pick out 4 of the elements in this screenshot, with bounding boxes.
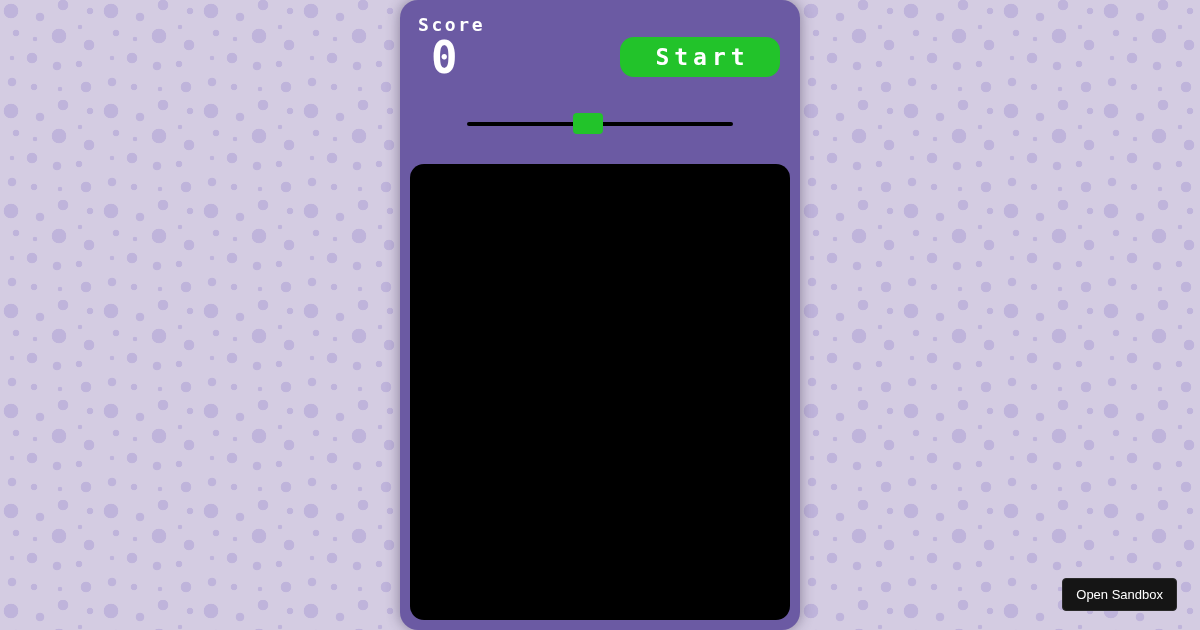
score-value: 0 [431, 36, 458, 80]
score-label: Score [418, 14, 486, 36]
slider-thumb[interactable] [573, 113, 604, 134]
open-sandbox-button[interactable]: Open Sandbox [1062, 578, 1177, 611]
